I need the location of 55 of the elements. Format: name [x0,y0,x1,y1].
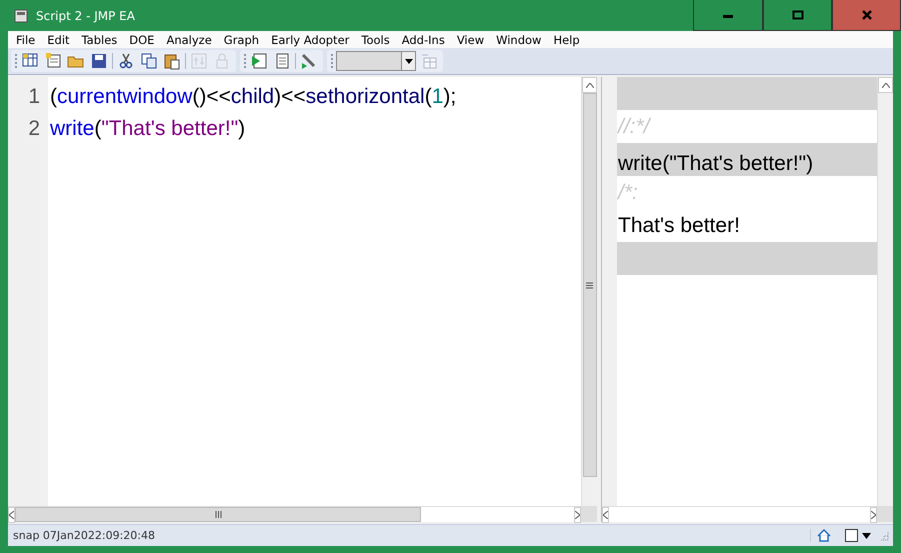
menu-item[interactable]: Add-Ins [396,32,451,46]
close-button[interactable] [832,0,901,31]
line-number: 1 [27,84,41,110]
vertical-scrollbar[interactable] [581,77,597,506]
menu-item[interactable]: DOE [123,32,160,46]
scrollbar-corner [877,507,893,522]
menu-item[interactable]: Help [547,32,586,46]
horizontal-scrollbar[interactable] [602,506,893,522]
minimize-button[interactable] [693,0,763,31]
scrollbar-thumb[interactable] [582,93,596,477]
home-icon[interactable] [817,529,831,542]
horizontal-scrollbar[interactable] [8,506,597,522]
grip-icon [586,282,593,288]
line-number: 2 [27,116,41,142]
menu-item[interactable]: View [450,32,490,46]
menu-item[interactable]: Tools [355,32,396,46]
dropdown[interactable] [336,51,416,71]
menu-item[interactable]: Early Adopter [265,32,356,46]
status-text: snap 07Jan2022:09:20:48 [13,529,156,542]
menu-item[interactable]: Edit [41,32,76,46]
window-title: Script 2 - JMP EA [36,8,136,22]
scroll-left-icon [9,511,14,519]
run-script-button[interactable] [249,52,269,70]
code-line: write("That's better!") [50,116,246,142]
copy-button[interactable] [139,52,159,70]
caret-icon[interactable] [862,532,871,538]
close-icon [860,10,872,20]
maximize-icon [792,10,804,20]
paste-button[interactable] [162,52,182,70]
menu-item[interactable]: Window [490,32,548,46]
new-script-button[interactable] [43,52,63,70]
scrollbar-thumb[interactable] [15,507,421,522]
document-icon [14,8,28,22]
grip-icon [214,511,222,518]
scroll-right-icon [871,511,876,519]
menu-item[interactable]: File [10,32,42,46]
scrollbar-corner [581,507,597,522]
scroll-left-icon [603,511,608,519]
menu-item[interactable]: Graph [218,32,266,46]
comment-line: //:*/ [617,114,652,140]
script-editor[interactable]: 1 2 (currentwindow()<<child)<<sethorizontal(1); write("That's better!") [8,77,597,522]
scroll-up-icon [882,82,890,88]
scroll-right-icon [575,511,580,519]
checkbox[interactable] [845,529,858,542]
resize-grip-icon [879,530,889,540]
scroll-up-icon [586,82,594,88]
code-line: (currentwindow()<<child)<<sethorizontal(1); [50,84,458,110]
caret-icon [404,58,412,64]
output-text: That's better! [617,213,741,239]
comment-line: /*: [617,180,639,206]
menu-item[interactable]: Analyze [160,32,218,46]
save-button[interactable] [89,52,109,70]
maximize-button[interactable] [763,0,832,31]
menu-item[interactable]: Tables [76,32,124,46]
vertical-scrollbar[interactable] [877,77,893,506]
